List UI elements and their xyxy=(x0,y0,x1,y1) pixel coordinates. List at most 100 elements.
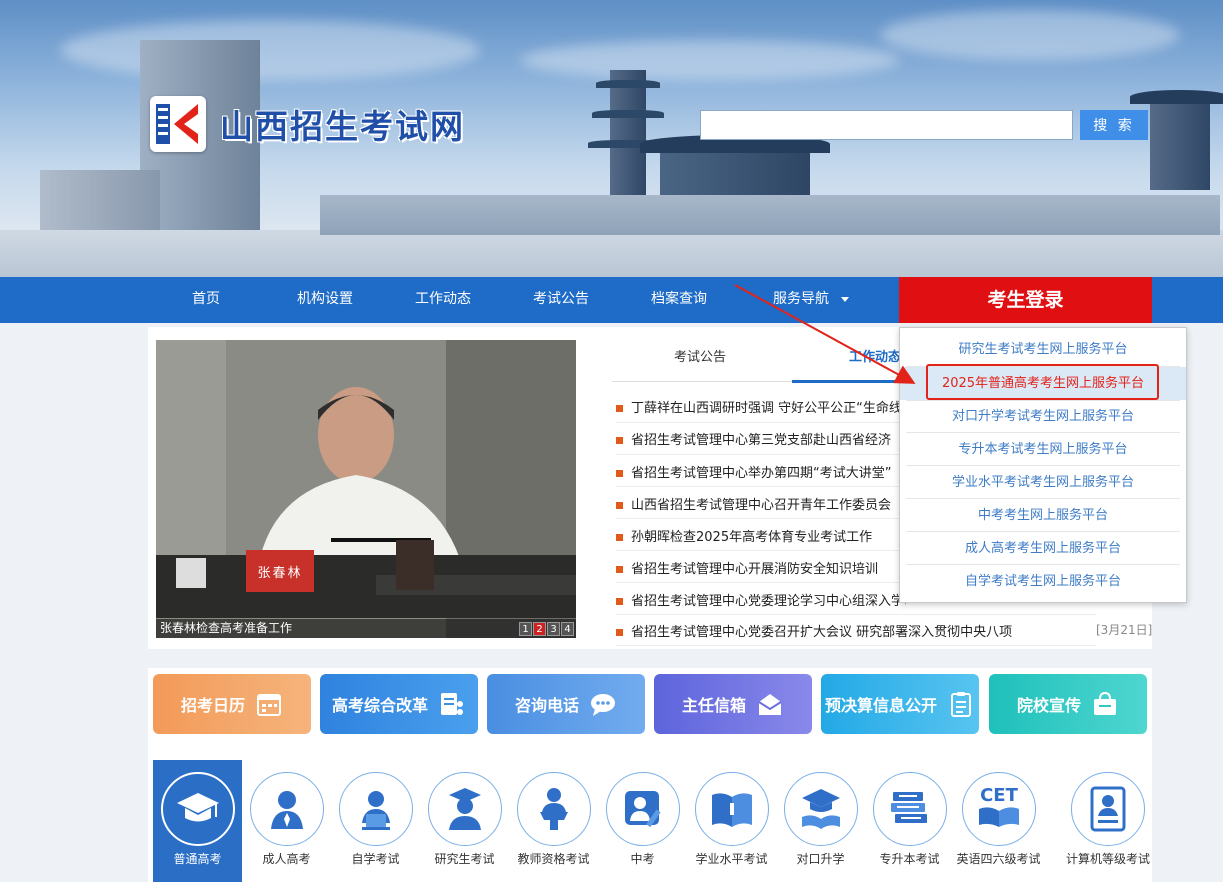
category-label: 自学考试 xyxy=(351,852,400,866)
news-item[interactable]: 省招生考试管理中心开展消防安全知识培训 xyxy=(616,558,906,578)
tile-label: 主任信箱 xyxy=(681,696,746,715)
open-book-icon xyxy=(712,793,752,827)
pager-2[interactable]: 2 xyxy=(533,622,546,636)
category-label: 专升本考试 xyxy=(879,852,940,866)
tile-hotline[interactable]: 咨询电话 xyxy=(487,674,645,734)
news-item[interactable]: 省招生考试管理中心举办第四期“考试大讲堂” xyxy=(616,462,906,482)
pager-1[interactable]: 1 xyxy=(519,622,532,636)
nav-exam-notice[interactable]: 考试公告 xyxy=(514,277,608,323)
category-circle xyxy=(1071,772,1145,846)
graduate-person-icon xyxy=(449,788,481,830)
search-button[interactable]: 搜 索 xyxy=(1080,110,1148,140)
category-teacher-cert[interactable]: 教师资格考试 xyxy=(509,760,598,882)
graduation-cap-icon xyxy=(177,793,219,822)
nav-service-guide[interactable]: 服务导航 xyxy=(756,277,866,323)
search-input[interactable] xyxy=(700,110,1073,140)
category-circle xyxy=(517,772,591,846)
person-tie-icon xyxy=(271,791,303,829)
nav-archive-query[interactable]: 档案查询 xyxy=(632,277,726,323)
news-item[interactable]: 省招生考试管理中心党委召开扩大会议 研究部署深入贯彻中央八项 xyxy=(616,621,1091,641)
category-circle xyxy=(161,772,235,846)
student-pencil-icon xyxy=(625,791,661,828)
candidate-login-button[interactable]: 考生登录 xyxy=(899,277,1152,323)
category-label: 中考 xyxy=(630,852,655,866)
tile-college-promo[interactable]: 院校宣传 xyxy=(989,674,1147,734)
category-label: 成人高考 xyxy=(262,852,311,866)
dropdown-item-academic-level[interactable]: 学业水平考试考生网上服务平台 xyxy=(900,466,1186,499)
dropdown-item-adult[interactable]: 成人高考考生网上服务平台 xyxy=(900,532,1186,565)
news-item[interactable]: 孙朝晖检查2025年高考体育专业考试工作 xyxy=(616,526,906,546)
tab-active-indicator xyxy=(792,380,902,383)
tile-label: 高考综合改革 xyxy=(331,696,428,715)
bag-icon xyxy=(1091,690,1119,718)
news-item[interactable]: 省招生考试管理中心第三党支部赴山西省经济 xyxy=(616,429,906,449)
divider xyxy=(616,614,1096,615)
highlight-box xyxy=(926,364,1159,400)
dropdown-item-vocational[interactable]: 对口升学考试考生网上服务平台 xyxy=(900,400,1186,433)
news-title: 省招生考试管理中心党委理论学习中心组深入学习 xyxy=(631,594,906,609)
category-self-study[interactable]: 自学考试 xyxy=(331,760,420,882)
news-photo[interactable]: 张春林 张春林检查高考准备工作 1 2 3 4 xyxy=(156,340,576,638)
tile-budget-disclosure[interactable]: 预决算信息公开 xyxy=(821,674,979,734)
bullet-icon xyxy=(616,470,623,477)
tile-director-mailbox[interactable]: 主任信箱 xyxy=(654,674,812,734)
nav-home[interactable]: 首页 xyxy=(160,277,252,323)
news-item[interactable]: 丁薛祥在山西调研时强调 守好公平公正“生命线” xyxy=(616,397,906,417)
tile-label: 院校宣传 xyxy=(1016,696,1081,715)
pager-3[interactable]: 3 xyxy=(547,622,560,636)
photo-caption: 张春林检查高考准备工作 xyxy=(156,619,576,638)
category-circle xyxy=(873,772,947,846)
dropdown-item-zhongkao[interactable]: 中考考生网上服务平台 xyxy=(900,499,1186,532)
category-adult-exam[interactable]: 成人高考 xyxy=(242,760,331,882)
bullet-icon xyxy=(616,566,623,573)
header-banner: 山西招生考试网 搜 索 xyxy=(0,0,1223,277)
tile-label: 招考日历 xyxy=(180,696,245,715)
dropdown-item-postgrad[interactable]: 研究生考试考生网上服务平台 xyxy=(900,333,1186,366)
divider xyxy=(616,645,1096,646)
site-title: 山西招生考试网 xyxy=(220,107,465,146)
nav-service-guide-label: 服务导航 xyxy=(773,291,829,307)
category-label: 普通高考 xyxy=(173,852,222,866)
bullet-icon xyxy=(616,437,623,444)
bullet-icon xyxy=(616,598,623,605)
category-circle xyxy=(784,772,858,846)
category-academic-level[interactable]: 学业水平考试 xyxy=(687,760,776,882)
dropdown-item-upgrade[interactable]: 专升本考试考生网上服务平台 xyxy=(900,433,1186,466)
category-circle xyxy=(428,772,502,846)
tab-exam-notice[interactable]: 考试公告 xyxy=(640,340,760,382)
tile-label: 咨询电话 xyxy=(514,696,579,715)
logo-mark-icon xyxy=(150,96,206,152)
category-vocational[interactable]: 对口升学 xyxy=(776,760,865,882)
chat-icon xyxy=(589,690,617,718)
category-gaokao[interactable]: 普通高考 xyxy=(153,760,242,882)
category-label: 计算机等级考试 xyxy=(1065,852,1150,866)
news-title: 省招生考试管理中心党委召开扩大会议 研究部署深入贯彻中央八项 xyxy=(631,625,1013,640)
category-computer[interactable]: 计算机等级考试 xyxy=(1061,760,1155,882)
nav-work-news[interactable]: 工作动态 xyxy=(396,277,490,323)
category-upgrade[interactable]: 专升本考试 xyxy=(865,760,954,882)
tile-label: 预决算信息公开 xyxy=(824,696,937,715)
category-label: 英语四六级考试 xyxy=(956,852,1041,866)
nav-org[interactable]: 机构设置 xyxy=(278,277,372,323)
tile-gaokao-reform[interactable]: 高考综合改革 xyxy=(320,674,478,734)
clipboard-icon xyxy=(947,690,975,718)
news-item[interactable]: 山西省招生考试管理中心召开青年工作委员会 xyxy=(616,494,906,514)
bullet-icon xyxy=(616,534,623,541)
news-item[interactable]: 省招生考试管理中心党委理论学习中心组深入学习 xyxy=(616,590,906,610)
category-postgrad[interactable]: 研究生考试 xyxy=(420,760,509,882)
photo-image xyxy=(156,340,576,638)
photo-pager: 1 2 3 4 xyxy=(519,622,574,636)
certificate-icon xyxy=(1090,786,1126,832)
news-title: 省招生考试管理中心第三党支部赴山西省经济 xyxy=(631,433,892,448)
category-zhongkao[interactable]: 中考 xyxy=(598,760,687,882)
category-label: 学业水平考试 xyxy=(695,852,768,866)
site-logo[interactable]: 山西招生考试网 xyxy=(150,96,465,152)
category-circle xyxy=(250,772,324,846)
lectern-icon xyxy=(540,788,568,830)
category-circle xyxy=(339,772,413,846)
dropdown-item-self-study[interactable]: 自学考试考生网上服务平台 xyxy=(900,565,1186,598)
pager-4[interactable]: 4 xyxy=(561,622,574,636)
news-title: 孙朝晖检查2025年高考体育专业考试工作 xyxy=(631,530,873,545)
category-cet[interactable]: CET 英语四六级考试 xyxy=(954,760,1043,882)
tile-exam-calendar[interactable]: 招考日历 xyxy=(153,674,311,734)
